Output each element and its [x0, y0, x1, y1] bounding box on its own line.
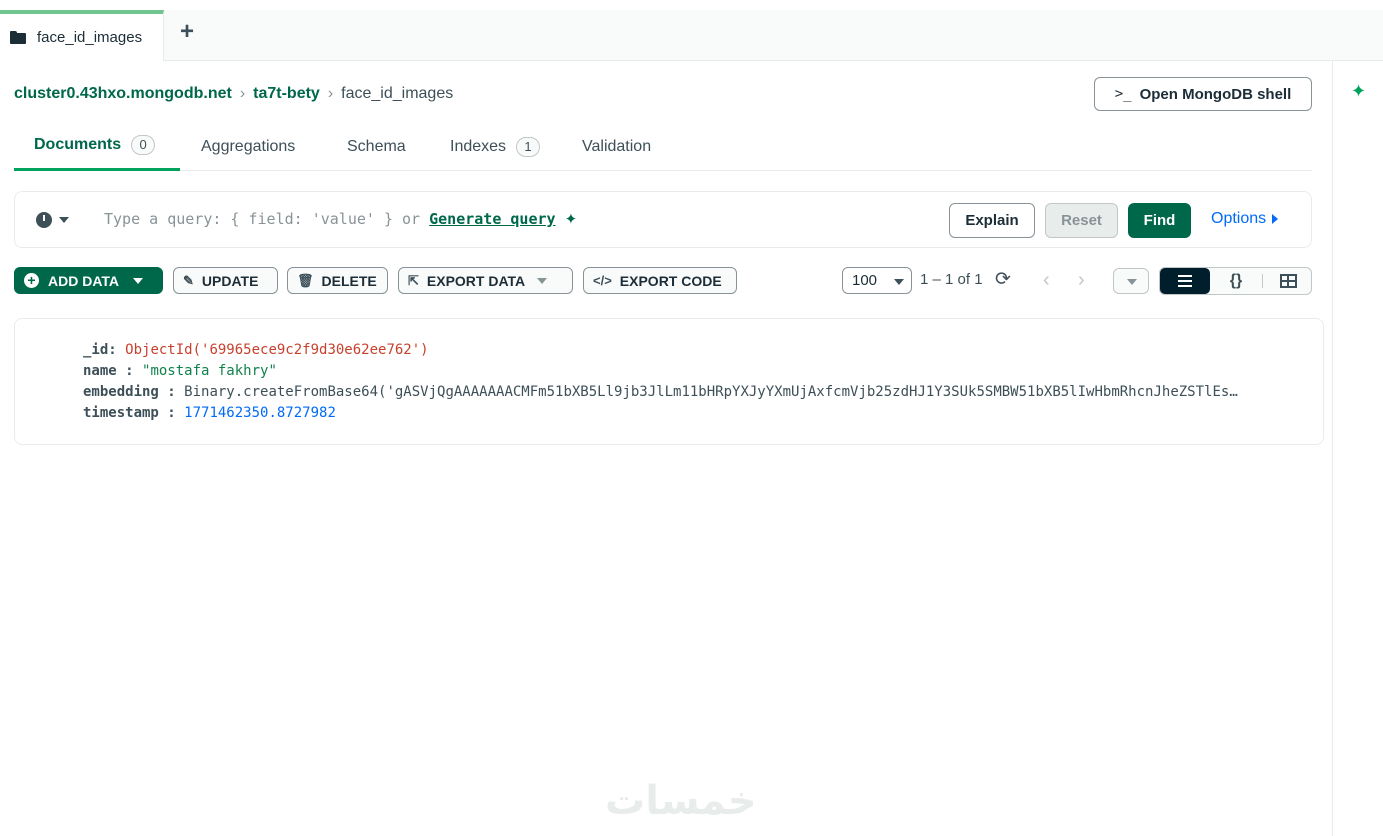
delete-label: DELETE	[321, 272, 377, 289]
tab-indexes-label: Indexes	[450, 137, 507, 155]
breadcrumb-collection: face_id_images	[341, 85, 454, 102]
page-size-value: 100	[852, 272, 878, 289]
reset-button[interactable]: Reset	[1045, 203, 1118, 238]
chevron-down-icon[interactable]	[59, 217, 69, 223]
indexes-count-badge: 1	[516, 136, 541, 157]
field-key: timestamp	[83, 405, 159, 421]
table-view-button[interactable]	[1263, 268, 1313, 294]
right-rail: ✦	[1332, 61, 1383, 836]
export-data-label: EXPORT DATA	[426, 272, 526, 289]
terminal-icon: >_	[1114, 86, 1132, 102]
open-shell-button[interactable]: >_ Open MongoDB shell	[1094, 77, 1312, 111]
tab-aggregations-label: Aggregations	[201, 137, 296, 155]
tab-indexes[interactable]: Indexes 1	[450, 122, 541, 171]
refresh-icon[interactable]: ⟳	[995, 269, 1011, 291]
page-size-select[interactable]: 100	[842, 267, 912, 294]
export-code-button[interactable]: </> EXPORT CODE	[583, 267, 737, 294]
query-input[interactable]: Type a query: { field: 'value' } or Gene…	[104, 210, 577, 228]
explain-button[interactable]: Explain	[949, 203, 1035, 238]
pagination-range: 1 – 1 of 1	[920, 271, 983, 288]
sparkle-icon: ✦	[564, 210, 578, 228]
export-code-label: EXPORT CODE	[619, 272, 722, 289]
tab-face-id-images[interactable]: face_id_images	[0, 10, 164, 61]
sparkle-icon[interactable]: ✦	[1351, 81, 1366, 102]
caret-right-icon	[1272, 214, 1279, 224]
trash-icon: 🗑	[297, 272, 314, 288]
chevron-down-icon	[1127, 279, 1137, 285]
history-clock-icon[interactable]	[36, 212, 52, 228]
tab-documents[interactable]: Documents 0	[14, 122, 180, 171]
chevron-right-icon: ›	[239, 85, 246, 102]
query-placeholder: Type a query: { field: 'value' } or	[104, 210, 421, 228]
chevron-down-icon	[537, 277, 548, 284]
tab-validation-label: Validation	[582, 137, 652, 155]
breadcrumb-cluster[interactable]: cluster0.43hxo.mongodb.net	[14, 85, 232, 103]
add-data-label: ADD DATA	[48, 272, 120, 289]
add-data-button[interactable]: + ADD DATA	[14, 267, 163, 294]
generate-query-link[interactable]: Generate query	[429, 210, 555, 228]
export-data-button[interactable]: ⇱ EXPORT DATA	[398, 267, 573, 294]
field-embedding[interactable]: embedding : Binary.createFromBase64('gAS…	[83, 384, 1313, 404]
table-icon	[1279, 274, 1297, 288]
field-timestamp[interactable]: timestamp : 1771462350.8727982	[83, 405, 1313, 425]
tab-schema-label: Schema	[347, 137, 406, 155]
documents-count-badge: 0	[131, 135, 156, 155]
tab-label: face_id_images	[37, 29, 143, 46]
tab-aggregations[interactable]: Aggregations	[201, 122, 295, 171]
pencil-icon: ✎	[183, 272, 194, 288]
tab-validation[interactable]: Validation	[582, 122, 651, 171]
chevron-right-icon: ›	[327, 85, 334, 102]
braces-icon: {}	[1229, 272, 1243, 289]
chevron-down-icon	[133, 277, 144, 284]
folder-icon	[10, 31, 26, 44]
tab-schema[interactable]: Schema	[347, 122, 406, 171]
list-view-button[interactable]	[1160, 268, 1210, 294]
export-icon: ⇱	[408, 272, 419, 288]
field-value: "mostafa fakhry"	[142, 363, 277, 379]
field-value: ObjectId('69965ece9c2f9d30e62ee762')	[125, 342, 429, 358]
delete-button[interactable]: 🗑 DELETE	[287, 267, 388, 294]
view-toggle-group: {}	[1159, 267, 1312, 295]
breadcrumb-database[interactable]: ta7t-bety	[253, 85, 320, 103]
options-label: Options	[1211, 210, 1267, 227]
watermark-logo: خمسات	[605, 778, 757, 824]
previous-page-icon[interactable]: ‹	[1043, 268, 1050, 292]
next-page-icon[interactable]: ›	[1078, 268, 1085, 292]
plus-circle-icon: +	[24, 273, 39, 288]
update-label: UPDATE	[201, 272, 259, 289]
field-key: embedding	[83, 384, 159, 400]
find-button[interactable]: Find	[1128, 203, 1191, 238]
open-shell-label: Open MongoDB shell	[1139, 85, 1292, 103]
list-icon	[1178, 275, 1192, 287]
field-id[interactable]: _id: ObjectId('69965ece9c2f9d30e62ee762'…	[83, 342, 1313, 362]
more-options-dropdown[interactable]	[1113, 268, 1149, 294]
chevron-down-icon	[894, 279, 904, 285]
query-bar: Type a query: { field: 'value' } or Gene…	[14, 191, 1312, 248]
field-key: name	[83, 363, 117, 379]
document-card: _id: ObjectId('69965ece9c2f9d30e62ee762'…	[14, 318, 1324, 445]
json-view-button[interactable]: {}	[1211, 268, 1261, 294]
plus-icon[interactable]: +	[175, 20, 199, 44]
field-value: 1771462350.8727982	[184, 405, 336, 421]
collection-tabs: Documents 0 Aggregations Schema Indexes …	[14, 122, 1312, 171]
tab-documents-label: Documents	[34, 136, 122, 153]
update-button[interactable]: ✎ UPDATE	[173, 267, 278, 294]
code-icon: </>	[593, 273, 612, 288]
breadcrumb: cluster0.43hxo.mongodb.net › ta7t-bety ›…	[14, 83, 453, 105]
field-name[interactable]: name : "mostafa fakhry"	[83, 363, 1313, 383]
field-key: _id	[83, 342, 109, 358]
field-value: Binary.createFromBase64('gASVjQgAAAAAAAC…	[184, 384, 1238, 400]
tab-bar: face_id_images +	[0, 10, 1383, 61]
options-toggle[interactable]: Options	[1211, 210, 1279, 228]
